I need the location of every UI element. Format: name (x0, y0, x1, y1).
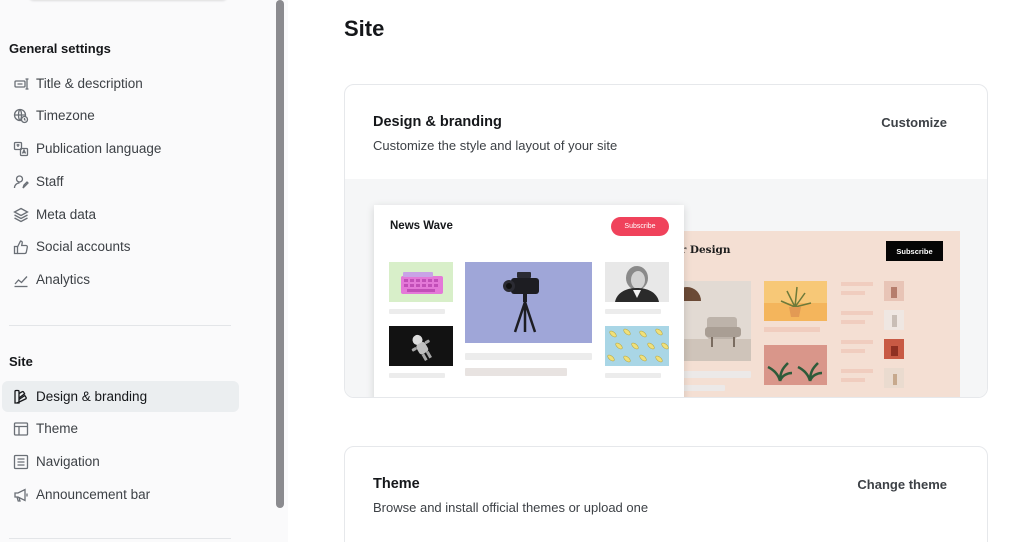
text-placeholder (841, 349, 865, 353)
text-placeholder (605, 309, 661, 314)
sidebar-item-theme[interactable]: Theme (2, 413, 239, 444)
banana-pattern-image (605, 326, 669, 366)
interior-plant-image (764, 281, 827, 321)
theme-card: Theme Change theme Browse and install of… (344, 446, 988, 542)
text-placeholder (764, 327, 820, 332)
sidebar-item-timezone[interactable]: Timezone (2, 100, 239, 131)
translate-icon (12, 140, 29, 157)
sidebar-item-label: Publication language (36, 141, 162, 156)
sidebar-item-navigation[interactable]: Navigation (2, 446, 239, 477)
card-description: Browse and install official themes or up… (373, 500, 649, 515)
design-branding-card: Design & branding Customize Customize th… (344, 84, 988, 398)
sidebar-item-label: Title & description (36, 76, 143, 91)
sidebar-divider (9, 538, 231, 539)
news-wave-subscribe-button: Subscribe (611, 217, 669, 236)
theme-icon (12, 420, 29, 437)
staff-icon (12, 173, 29, 190)
navigation-icon (12, 453, 29, 470)
news-wave-theme-preview: News Wave Subscribe (374, 205, 684, 397)
design-preview[interactable]: nterior Design Subscribe News Wave Subsc… (345, 179, 987, 397)
sidebar-item-label: Staff (36, 174, 64, 189)
sidebar-item-label: Analytics (36, 272, 91, 287)
layers-icon (12, 206, 29, 223)
sidebar-item-meta-data[interactable]: Meta data (2, 199, 239, 230)
card-title: Theme (373, 476, 420, 492)
interior-small-thumb (884, 368, 904, 388)
text-placeholder (841, 311, 873, 315)
interior-small-thumb (884, 310, 904, 330)
sidebar-item-label: Timezone (36, 108, 95, 123)
text-placeholder (605, 373, 661, 378)
page-title: Site (344, 16, 385, 41)
group-title-general-settings: General settings (9, 41, 111, 56)
text-placeholder (465, 368, 567, 376)
text-placeholder (389, 373, 445, 378)
astronaut-image (389, 326, 453, 366)
text-placeholder (841, 282, 873, 286)
sidebar-item-label: Social accounts (36, 239, 131, 254)
text-placeholder (841, 340, 873, 344)
analytics-icon (12, 271, 29, 288)
text-placeholder (841, 369, 873, 373)
interior-small-thumb (884, 339, 904, 359)
sidebar-item-announcement-bar[interactable]: Announcement bar (2, 479, 239, 510)
sidebar-item-analytics[interactable]: Analytics (2, 264, 239, 295)
text-placeholder (841, 378, 865, 382)
interior-subscribe-button: Subscribe (886, 241, 943, 261)
interior-small-thumb (884, 281, 904, 301)
sidebar-item-label: Navigation (36, 454, 100, 469)
text-placeholder (841, 320, 865, 324)
text-placeholder (841, 291, 865, 295)
design-icon (12, 388, 29, 405)
portrait-image (605, 262, 669, 302)
sidebar-item-title-description[interactable]: Title & description (2, 68, 239, 99)
title-icon (12, 75, 29, 92)
sidebar-item-publication-language[interactable]: Publication language (2, 133, 239, 164)
text-placeholder (465, 353, 592, 360)
app-window: General settings Title & description Tim… (0, 0, 1036, 542)
sidebar-item-label: Announcement bar (36, 487, 151, 502)
card-title: Design & branding (373, 114, 502, 130)
settings-sidebar: General settings Title & description Tim… (0, 0, 288, 542)
group-title-site: Site (9, 354, 33, 369)
sidebar-item-staff[interactable]: Staff (2, 166, 239, 197)
megaphone-icon (12, 486, 29, 503)
globe-clock-icon (12, 107, 29, 124)
card-description: Customize the style and layout of your s… (373, 138, 618, 153)
sidebar-item-social-accounts[interactable]: Social accounts (2, 231, 239, 262)
news-wave-site-title: News Wave (390, 220, 453, 232)
keyboard-image (389, 262, 453, 302)
change-theme-button[interactable]: Change theme (857, 477, 947, 492)
sidebar-item-label: Theme (36, 421, 79, 436)
thumbs-up-icon (12, 238, 29, 255)
sidebar-item-label: Meta data (36, 207, 97, 222)
interior-plants-image (764, 345, 827, 385)
sidebar-divider (9, 325, 231, 326)
text-placeholder (389, 309, 445, 314)
customize-button[interactable]: Customize (881, 115, 947, 130)
interior-theme-preview: nterior Design Subscribe (645, 231, 960, 397)
sidebar-item-design-branding[interactable]: Design & branding (2, 381, 239, 412)
sidebar-item-label: Design & branding (36, 389, 148, 404)
sidebar-scrollbar[interactable] (276, 0, 284, 508)
camera-featured-image (465, 262, 592, 343)
